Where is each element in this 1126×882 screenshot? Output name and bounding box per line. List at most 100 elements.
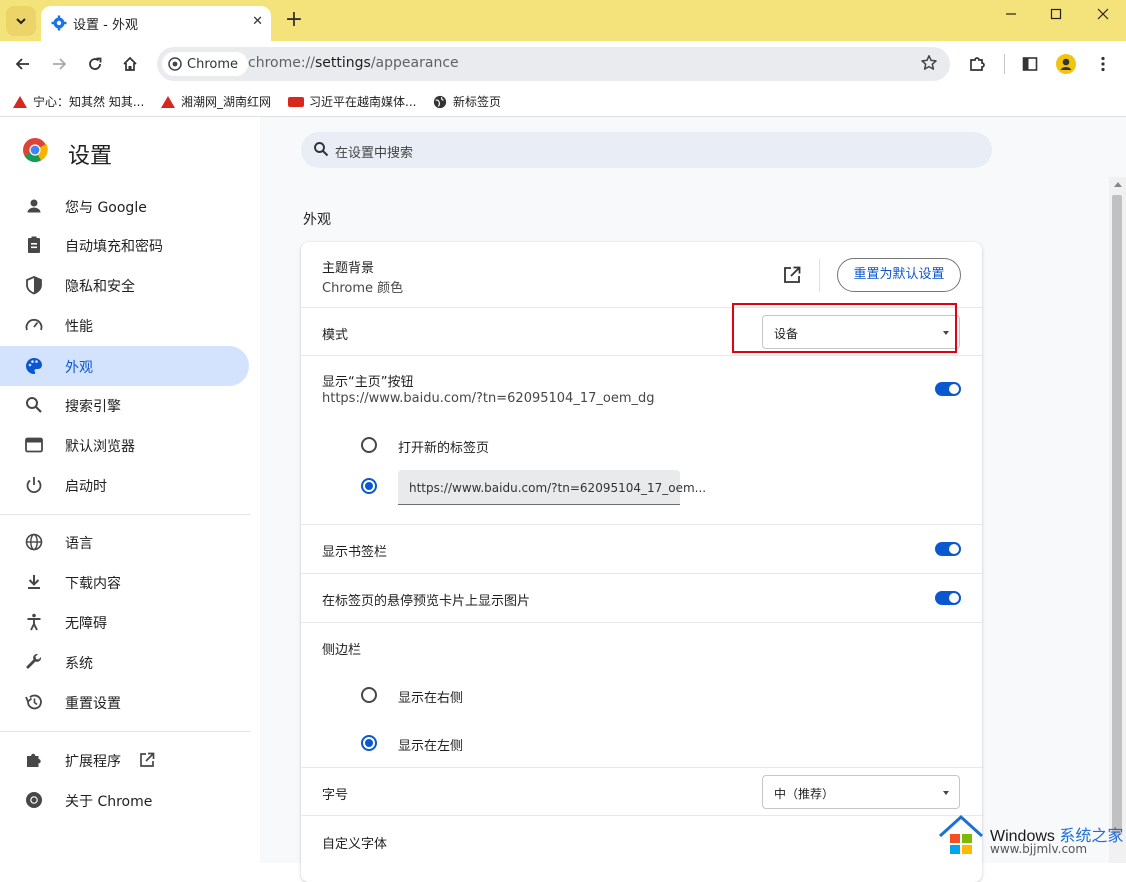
tab-settings[interactable]: 设置 - 外观 ✕ — [41, 6, 271, 41]
bookmark-star-button[interactable] — [920, 54, 938, 76]
sidebar-item-autofill[interactable]: 自动填充和密码 — [0, 225, 249, 265]
sidebar-item-label: 扩展程序 — [65, 754, 121, 770]
bookmark-item[interactable]: 习近平在越南媒体... — [288, 93, 416, 110]
mode-label: 模式 — [322, 328, 349, 343]
bookmark-label: 新标签页 — [453, 95, 502, 109]
sidebar-item-downloads[interactable]: 下载内容 — [0, 562, 249, 602]
reload-button[interactable] — [82, 51, 108, 77]
maximize-button[interactable] — [1041, 8, 1071, 32]
sidebar-item-extensions[interactable]: 扩展程序 — [0, 740, 249, 780]
sidebar-item-label: 默认浏览器 — [65, 439, 135, 455]
profile-button[interactable] — [1053, 51, 1079, 77]
sidebar-item-about-chrome[interactable]: 关于 Chrome — [0, 780, 249, 820]
sidebar-item-appearance[interactable]: 外观 — [0, 346, 249, 386]
custom-fonts-label[interactable]: 自定义字体 — [322, 833, 387, 852]
scrollbar[interactable] — [1109, 177, 1126, 863]
sidebar-item-label: 搜索引擎 — [65, 399, 121, 415]
forward-arrow-icon — [53, 58, 67, 70]
bookmark-label: 习近平在越南媒体... — [309, 95, 417, 109]
sidebar-item-on-startup[interactable]: 启动时 — [0, 465, 249, 505]
sidebar-item-label: 自动填充和密码 — [65, 239, 163, 255]
side-panel-button[interactable] — [1017, 51, 1043, 77]
side-panel-label: 侧边栏 — [322, 643, 362, 658]
sidebar-item-reset[interactable]: 重置设置 — [0, 682, 249, 722]
address-bar[interactable]: Chrome chrome://settings/appearance — [157, 47, 950, 81]
globe-icon — [25, 533, 43, 551]
hover-preview-label: 在标签页的悬停预览卡片上显示图片 — [322, 594, 531, 609]
minimize-button[interactable] — [996, 8, 1026, 32]
home-option-newtab-label: 打开新的标签页 — [398, 441, 490, 456]
sidebar-item-label: 启动时 — [65, 479, 107, 495]
home-url-input-value: https://www.baidu.com/?tn=62095104_17_oe… — [409, 481, 707, 495]
side-panel-right-label: 显示在右侧 — [398, 691, 464, 706]
sidebar-item-you-and-google[interactable]: 您与 Google — [0, 186, 249, 226]
tab-search-button[interactable] — [6, 6, 36, 36]
sidebar-item-accessibility[interactable]: 无障碍 — [0, 602, 249, 642]
sidebar-item-label: 隐私和安全 — [65, 279, 135, 295]
person-icon — [27, 199, 41, 213]
home-option-newtab-radio[interactable] — [361, 437, 377, 453]
star-icon — [921, 55, 937, 70]
url-text[interactable]: chrome://settings/appearance — [248, 55, 459, 71]
home-icon — [123, 56, 137, 71]
side-panel-left-radio[interactable] — [361, 735, 377, 751]
url-host: settings — [315, 55, 371, 71]
bookmark-item[interactable]: 宁心：知其然 知其... — [12, 93, 144, 110]
maximize-icon — [1050, 8, 1062, 20]
search-icon — [26, 397, 42, 413]
shield-icon — [26, 276, 42, 295]
back-button[interactable] — [10, 51, 36, 77]
search-input[interactable]: 在设置中搜索 — [335, 142, 413, 161]
scrollbar-thumb[interactable] — [1112, 195, 1122, 835]
row-divider — [301, 573, 982, 574]
side-panel-left-label: 显示在左侧 — [398, 739, 464, 754]
open-in-new-icon — [140, 752, 155, 767]
home-button-toggle[interactable] — [935, 382, 961, 396]
home-button-label: 显示“主页”按钮 — [322, 375, 414, 390]
chrome-icon — [26, 792, 42, 808]
url-scheme: chrome:// — [248, 55, 315, 71]
new-tab-button[interactable]: + — [282, 7, 306, 33]
side-panel-right-radio[interactable] — [361, 687, 377, 703]
menu-button[interactable] — [1090, 51, 1116, 77]
bookmarks-bar-toggle[interactable] — [935, 542, 961, 556]
site-info-chip[interactable]: Chrome — [162, 52, 248, 76]
font-size-select[interactable]: 中（推荐） — [762, 775, 960, 809]
home-option-url-radio[interactable] — [361, 478, 377, 494]
sidebar-item-performance[interactable]: 性能 — [0, 305, 249, 345]
sidebar-item-default-browser[interactable]: 默认浏览器 — [0, 425, 249, 465]
home-button[interactable] — [117, 51, 143, 77]
extensions-button[interactable] — [964, 51, 990, 77]
scroll-up-arrow-icon[interactable] — [1114, 182, 1122, 187]
settings-search[interactable]: 在设置中搜索 — [301, 132, 992, 168]
hover-preview-toggle[interactable] — [935, 591, 961, 605]
sidebar-item-languages[interactable]: 语言 — [0, 522, 249, 562]
close-icon — [1097, 8, 1109, 20]
bookmark-favicon-icon — [161, 95, 175, 108]
forward-button[interactable] — [46, 51, 72, 77]
sidebar-item-privacy[interactable]: 隐私和安全 — [0, 265, 249, 305]
close-window-button[interactable] — [1088, 8, 1118, 32]
bookmarks-bar-label: 显示书签栏 — [322, 545, 388, 560]
chip-label: Chrome — [187, 56, 238, 72]
sidebar-item-label: 无障碍 — [65, 616, 107, 632]
back-arrow-icon — [15, 58, 29, 70]
bookmark-item[interactable]: 湘潮网_湖南红网 — [160, 93, 271, 110]
open-in-new-icon[interactable] — [783, 266, 801, 284]
settings-page: 设置 您与 Google 自动填充和密码 隐私和安全 性能 外观 搜索引擎 默认… — [0, 117, 1126, 882]
home-url-input[interactable]: https://www.baidu.com/?tn=62095104_17_oe… — [398, 470, 706, 505]
puzzle-icon — [27, 753, 41, 767]
section-title: 外观 — [303, 212, 331, 228]
bookmark-label: 宁心：知其然 知其... — [33, 95, 145, 109]
search-icon — [314, 142, 329, 157]
avatar-icon — [1056, 54, 1076, 74]
reset-theme-button[interactable]: 重置为默认设置 — [837, 258, 961, 292]
puzzle-icon — [970, 57, 985, 71]
bookmark-item[interactable]: 新标签页 — [432, 93, 501, 110]
sidebar-item-system[interactable]: 系统 — [0, 642, 249, 682]
close-tab-icon[interactable]: ✕ — [252, 14, 263, 29]
sidebar-item-search-engine[interactable]: 搜索引擎 — [0, 385, 249, 425]
bookmarks-bar: 宁心：知其然 知其... 湘潮网_湖南红网 习近平在越南媒体... 新标签页 — [0, 86, 1126, 117]
reload-icon — [89, 57, 102, 70]
chrome-logo — [23, 138, 48, 163]
